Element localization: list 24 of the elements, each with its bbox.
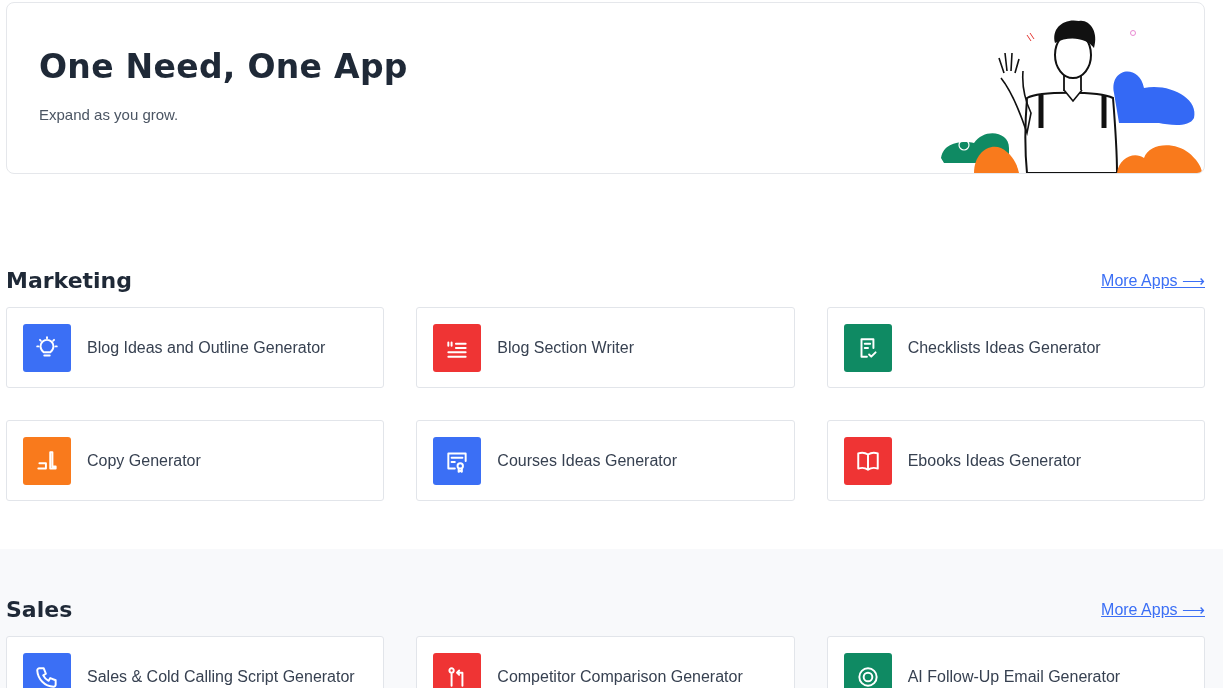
app-name: AI Follow-Up Email Generator [907,667,1121,686]
app-name: Competitor Comparison Generator [497,667,743,686]
more-apps-link[interactable]: More Apps ⟶ [1101,600,1205,619]
app-card[interactable]: Checklists Ideas Generator [826,307,1205,388]
section-title: Marketing [6,268,133,293]
app-name: Blog Ideas and Outline Generator [87,338,326,357]
app-card[interactable]: Blog Ideas and Outline Generator [6,307,385,388]
app-name: Sales & Cold Calling Script Generator [87,667,355,686]
app-name: Checklists Ideas Generator [907,338,1101,357]
section-title: Sales [6,597,73,622]
more-apps-link[interactable]: More Apps ⟶ [1101,271,1205,290]
app-card[interactable]: AI Follow-Up Email Generator [826,636,1205,688]
app-card[interactable]: Sales & Cold Calling Script Generator [6,636,385,688]
app-name: Ebooks Ideas Generator [907,451,1082,470]
app-name: Blog Section Writer [497,338,634,357]
hero-subtitle: Expand as you grow. [39,106,180,123]
app-name: Courses Ideas Generator [497,451,677,470]
app-card[interactable]: Competitor Comparison Generator [416,636,795,688]
app-name: Copy Generator [87,451,201,470]
app-card[interactable]: Courses Ideas Generator [416,420,795,501]
app-card[interactable]: Copy Generator [6,420,385,501]
app-card[interactable]: Ebooks Ideas Generator [826,420,1205,501]
app-card[interactable]: Blog Section Writer [416,307,795,388]
hero-title: One Need, One App [39,47,408,86]
